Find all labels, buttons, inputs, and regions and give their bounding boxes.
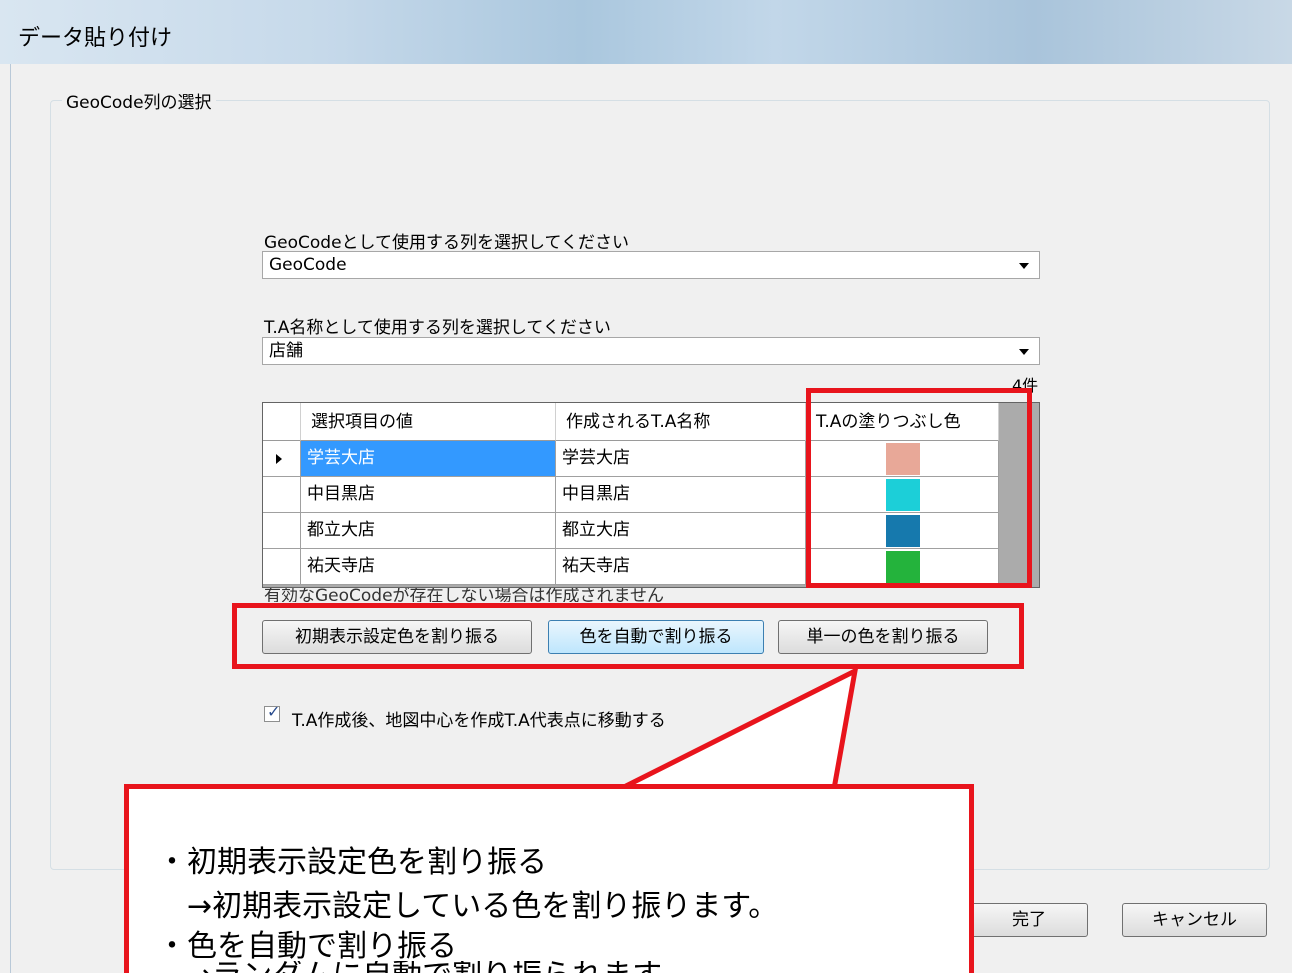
callout-line-4: →ランダムに自動で割り振られます。 <box>187 961 689 973</box>
callout-box: ・初期表示設定色を割り振る →初期表示設定している色を割り振ります。 ・色を自動… <box>124 784 974 973</box>
callout-line-1: ・初期表示設定色を割り振る <box>157 845 547 880</box>
dialog-window: データ貼り付け GeoCode列の選択 GeoCodeとして使用する列を選択して… <box>0 0 1292 973</box>
callout-line-2: →初期表示設定している色を割り振ります。 <box>187 889 779 924</box>
callout-line-3: ・色を自動で割り振る <box>157 929 457 964</box>
